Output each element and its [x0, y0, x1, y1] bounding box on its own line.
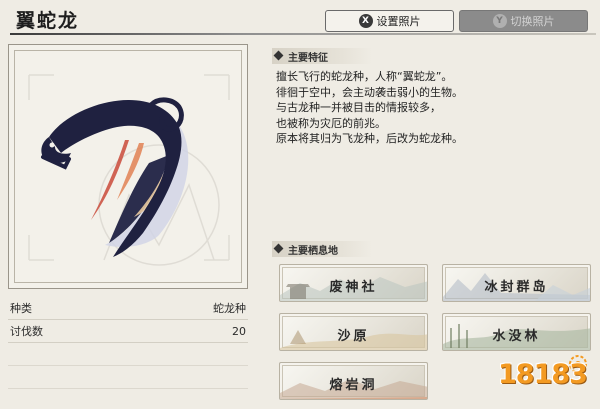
description-line: 原本将其归为飞龙种，后改为蛇龙种。	[276, 132, 463, 145]
habitat-card-shrine-ruins[interactable]: 废神社	[279, 264, 428, 302]
habitat-card-flooded-forest[interactable]: 水没林	[442, 313, 591, 351]
empty-stat-row	[8, 389, 248, 409]
habitat-card-sandy-plains[interactable]: 沙原	[279, 313, 428, 351]
features-heading: 主要特征	[272, 48, 372, 64]
monster-stats-list: 种类 蛇龙种 讨伐数 20	[8, 297, 248, 409]
habitat-name: 水没林	[492, 329, 541, 344]
description-line: 徘徊于空中，会主动袭击弱小的生物。	[276, 85, 463, 99]
switch-photo-button[interactable]: Y 切换照片	[459, 10, 588, 32]
features-description: 擅长飞行的蛇龙种，人称“翼蛇龙”。 徘徊于空中，会主动袭击弱小的生物。 与古龙种…	[276, 69, 596, 147]
diamond-icon	[273, 50, 284, 61]
set-photo-label: 设置照片	[376, 15, 421, 28]
x-button-icon: X	[358, 14, 373, 28]
stat-row-type: 种类 蛇龙种	[8, 297, 248, 320]
empty-stat-row	[8, 343, 248, 366]
description-line: 也被称为灾厄的前兆。	[276, 116, 386, 130]
stat-label-type: 种类	[10, 302, 32, 315]
habitat-card-lava-caverns[interactable]: 熔岩洞	[279, 362, 428, 400]
diamond-icon	[273, 243, 284, 254]
set-photo-button[interactable]: X 设置照片	[325, 10, 454, 32]
monster-icon	[28, 74, 230, 266]
switch-photo-label: 切换照片	[510, 15, 555, 28]
stat-row-hunted: 讨伐数 20	[8, 320, 248, 343]
watermark-text: 18183	[498, 359, 588, 390]
description-line: 擅长飞行的蛇龙种，人称“翼蛇龙”。	[276, 70, 453, 83]
title-divider	[10, 33, 596, 35]
habitat-name: 熔岩洞	[329, 378, 378, 393]
habitat-card-frost-islands[interactable]: 冰封群岛	[442, 264, 591, 302]
habitat-name: 沙原	[337, 329, 370, 344]
features-heading-label: 主要特征	[288, 52, 328, 64]
habitat-name: 废神社	[329, 280, 378, 295]
habitats-heading-label: 主要栖息地	[288, 245, 338, 257]
description-line: 与古龙种一并被目击的情报较多，	[276, 101, 441, 114]
y-button-icon: Y	[492, 14, 507, 28]
stat-label-hunted: 讨伐数	[10, 325, 43, 338]
empty-stat-row	[8, 366, 248, 389]
monster-name-title: 翼蛇龙	[16, 10, 80, 32]
monster-portrait-frame	[8, 44, 248, 289]
stat-value-hunted: 20	[232, 324, 246, 338]
habitats-heading: 主要栖息地	[272, 241, 372, 257]
habitat-name: 冰封群岛	[484, 280, 549, 295]
stat-value-type: 蛇龙种	[213, 302, 246, 315]
